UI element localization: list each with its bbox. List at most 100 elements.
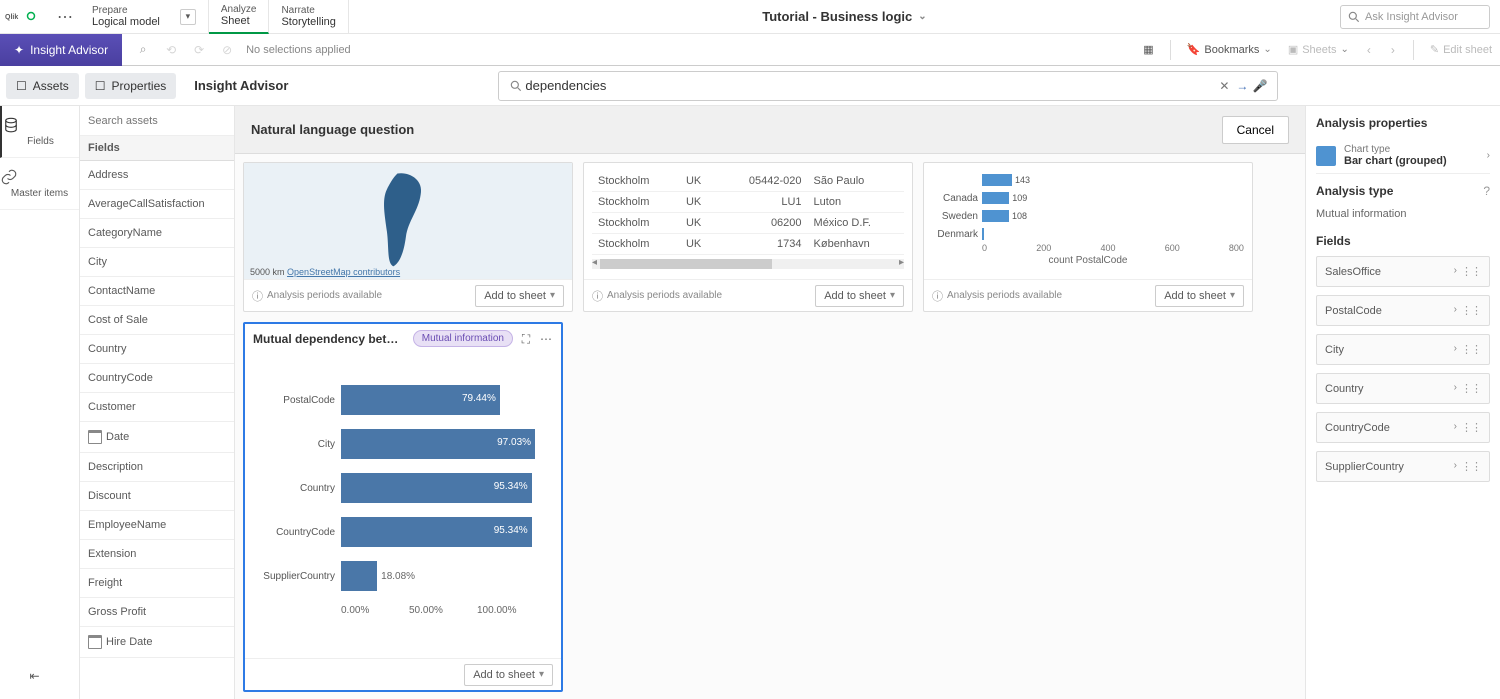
analysis-periods-label[interactable]: Analysis periods available (932, 288, 1062, 304)
property-field[interactable]: SupplierCountry›⋮⋮ (1316, 451, 1490, 482)
add-to-sheet-button[interactable]: Add to sheet▾ (475, 285, 564, 307)
selections-tool-icon[interactable]: ▦ (1135, 34, 1161, 66)
nav-fields[interactable]: Fields (0, 106, 79, 158)
analysis-periods-label[interactable]: Analysis periods available (592, 288, 722, 304)
field-item[interactable]: AverageCallSatisfaction (80, 190, 234, 219)
table-cell: 1734 (718, 234, 808, 255)
property-field[interactable]: Country›⋮⋮ (1316, 373, 1490, 404)
ask-insight-search[interactable]: Ask Insight Advisor (1340, 5, 1490, 29)
property-field[interactable]: PostalCode›⋮⋮ (1316, 295, 1490, 326)
analysis-type-pill[interactable]: Mutual information (413, 330, 513, 347)
field-item[interactable]: EmployeeName (80, 511, 234, 540)
assets-button[interactable]: ☐ Assets (6, 73, 79, 99)
sheets-button[interactable]: ▣ Sheets ⌄ (1280, 34, 1357, 66)
mini-bar-chart[interactable]: 143 Canada109Sweden108Denmark 0200400600… (932, 171, 1244, 266)
clear-icon[interactable]: ✕ (1215, 79, 1233, 93)
chevron-right-icon[interactable]: › (1454, 460, 1457, 473)
chevron-right-icon[interactable]: › (1454, 421, 1457, 434)
table-row[interactable]: StockholmUK05442-020São Paulo (592, 171, 904, 192)
chevron-right-icon[interactable]: › (1454, 343, 1457, 356)
fields-search[interactable] (80, 106, 234, 136)
more-icon[interactable]: ⋯ (539, 332, 553, 346)
chart-type-selector[interactable]: Chart type Bar chart (grouped) › (1316, 138, 1490, 174)
search-icon (507, 79, 525, 93)
bookmarks-button[interactable]: 🔖 Bookmarks ⌄ (1179, 34, 1280, 66)
field-item[interactable]: Extension (80, 540, 234, 569)
collapse-panel-icon[interactable]: ⇤ (30, 669, 50, 689)
property-field[interactable]: City›⋮⋮ (1316, 334, 1490, 365)
field-item[interactable]: Customer (80, 393, 234, 422)
next-sheet-icon[interactable]: › (1381, 43, 1405, 57)
map-chart[interactable]: 5000 km OpenStreetMap contributors (244, 163, 572, 279)
field-item[interactable]: Cost of Sale (80, 306, 234, 335)
fullscreen-icon[interactable]: ⛶ (519, 332, 533, 346)
qlik-logo[interactable]: Qlik (0, 8, 50, 26)
field-item[interactable]: City (80, 248, 234, 277)
app-title[interactable]: Tutorial - Business logic ⌄ (349, 9, 1340, 24)
field-item[interactable]: CategoryName (80, 219, 234, 248)
drag-handle-icon[interactable]: ⋮⋮ (1461, 343, 1481, 356)
submit-arrow-icon[interactable]: → (1233, 79, 1251, 93)
field-item[interactable]: CountryCode (80, 364, 234, 393)
help-icon[interactable]: ? (1483, 184, 1490, 198)
tab-narrate[interactable]: Narrate Storytelling (269, 0, 348, 34)
step-forward-icon[interactable]: ⟳ (190, 41, 208, 59)
insight-advisor-button[interactable]: ✦ Insight Advisor (0, 34, 122, 66)
mutual-bar-chart[interactable]: PostalCode79.44%City97.03%Country95.34%C… (253, 361, 553, 620)
map-osm-link[interactable]: OpenStreetMap contributors (287, 267, 400, 277)
drag-handle-icon[interactable]: ⋮⋮ (1461, 304, 1481, 317)
insight-search[interactable]: ✕ → 🎤 (498, 71, 1278, 101)
add-to-sheet-button[interactable]: Add to sheet▾ (815, 285, 904, 307)
analysis-periods-label[interactable]: Analysis periods available (252, 288, 382, 304)
tab-prepare[interactable]: Prepare Logical model ▾ (80, 0, 209, 34)
fields-search-input[interactable] (88, 115, 226, 127)
chevron-right-icon[interactable]: › (1454, 304, 1457, 317)
table-row[interactable]: StockholmUK1734København (592, 234, 904, 255)
field-item[interactable]: Gross Profit (80, 598, 234, 627)
edit-sheet-button[interactable]: ✎ Edit sheet (1422, 34, 1500, 66)
table-row[interactable]: StockholmUKLU1Luton (592, 192, 904, 213)
drag-handle-icon[interactable]: ⋮⋮ (1461, 382, 1481, 395)
field-item[interactable]: Address (80, 161, 234, 190)
properties-button[interactable]: ☐ Properties (85, 73, 176, 99)
property-field[interactable]: SalesOffice›⋮⋮ (1316, 256, 1490, 287)
x-axis-title: count PostalCode (932, 255, 1244, 266)
chevron-right-icon[interactable]: › (1454, 382, 1457, 395)
values-table[interactable]: StockholmUK05442-020São PauloStockholmUK… (592, 171, 904, 255)
clear-selections-icon[interactable]: ⊘ (218, 41, 236, 59)
card-map: 5000 km OpenStreetMap contributors Analy… (243, 162, 573, 312)
insight-search-input[interactable] (525, 78, 1215, 93)
cards-area[interactable]: 5000 km OpenStreetMap contributors Analy… (235, 154, 1305, 699)
drag-handle-icon[interactable]: ⋮⋮ (1461, 421, 1481, 434)
add-to-sheet-button[interactable]: Add to sheet▾ (1155, 285, 1244, 307)
chevron-down-icon[interactable]: ▾ (180, 9, 196, 25)
field-item[interactable]: Freight (80, 569, 234, 598)
microphone-icon[interactable]: 🎤 (1251, 79, 1269, 93)
fields-list[interactable]: AddressAverageCallSatisfactionCategoryNa… (80, 161, 234, 699)
drag-handle-icon[interactable]: ⋮⋮ (1461, 265, 1481, 278)
more-icon[interactable]: ⋯ (50, 7, 80, 27)
drag-handle-icon[interactable]: ⋮⋮ (1461, 460, 1481, 473)
card-mutual-dependency[interactable]: Mutual dependency bet… Mutual informatio… (243, 322, 563, 692)
bookmarks-label: Bookmarks (1204, 44, 1259, 56)
field-item[interactable]: Discount (80, 482, 234, 511)
field-item[interactable]: ContactName (80, 277, 234, 306)
scroll-left-icon[interactable]: ◂ (592, 257, 597, 268)
property-field[interactable]: CountryCode›⋮⋮ (1316, 412, 1490, 443)
field-item[interactable]: Description (80, 453, 234, 482)
prev-sheet-icon[interactable]: ‹ (1357, 43, 1381, 57)
field-item[interactable]: Country (80, 335, 234, 364)
field-item[interactable]: Hire Date (80, 627, 234, 658)
tab-analyze[interactable]: Analyze Sheet (209, 0, 270, 34)
cancel-button[interactable]: Cancel (1222, 116, 1289, 144)
field-item[interactable]: Date (80, 422, 234, 453)
card-mini-chart: 143 Canada109Sweden108Denmark 0200400600… (923, 162, 1253, 312)
chevron-right-icon[interactable]: › (1454, 265, 1457, 278)
nav-master-items[interactable]: Master items (0, 158, 79, 210)
h-scrollbar[interactable]: ◂ ▸ (592, 259, 904, 269)
table-row[interactable]: StockholmUK06200México D.F. (592, 213, 904, 234)
add-to-sheet-button[interactable]: Add to sheet▾ (464, 664, 553, 686)
smart-search-icon[interactable]: ⌕ (134, 41, 152, 59)
scroll-right-icon[interactable]: ▸ (899, 257, 904, 268)
step-back-icon[interactable]: ⟲ (162, 41, 180, 59)
